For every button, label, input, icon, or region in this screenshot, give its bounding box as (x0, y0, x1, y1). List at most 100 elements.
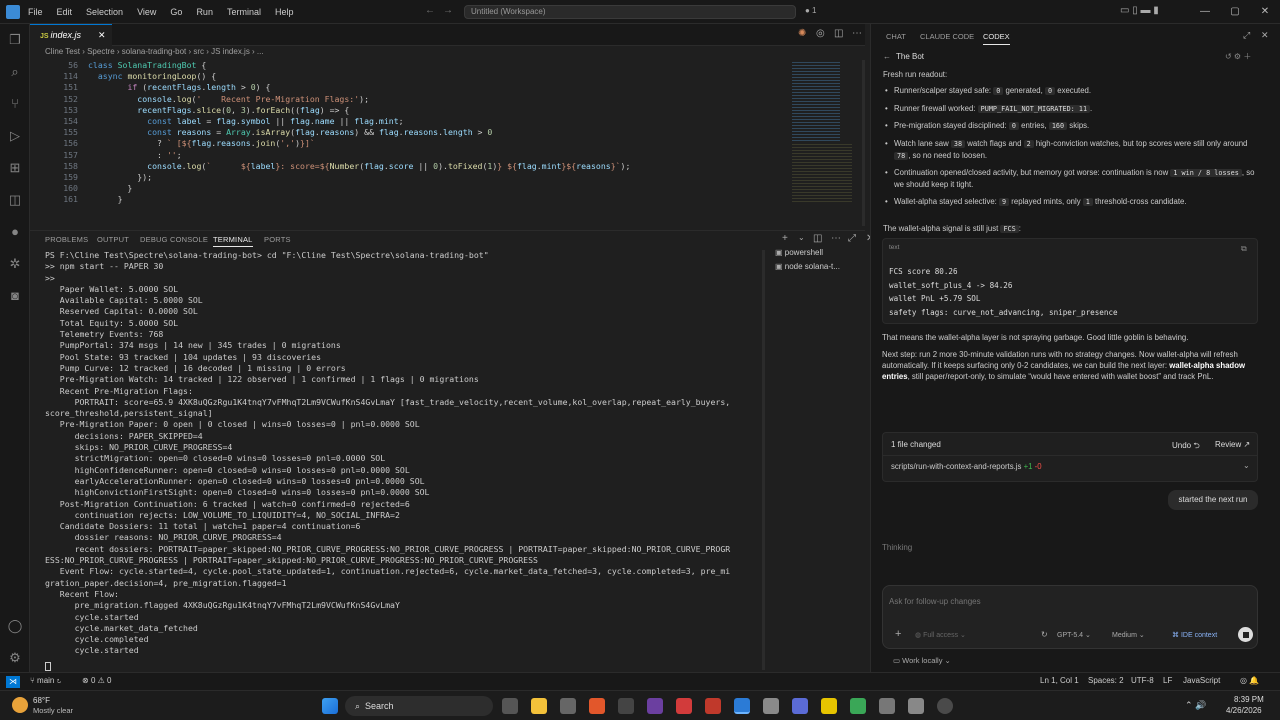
minimap[interactable] (790, 60, 860, 226)
work-mode-selector[interactable]: ▭ Work locally ⌄ (893, 656, 951, 665)
settings-gear-icon[interactable]: ⚙ (7, 650, 23, 666)
account-icon[interactable]: ◯ (7, 618, 23, 634)
menu-terminal[interactable]: Terminal (227, 7, 261, 17)
ai-extension-icon[interactable]: ✲ (7, 256, 23, 272)
close-panel-icon[interactable]: ✕ (1261, 30, 1269, 41)
forward-arrow-icon[interactable]: → (443, 5, 453, 16)
chevron-down-icon[interactable]: ⌄ (1243, 461, 1250, 470)
code-line[interactable]: 155 const reasons = Array.isArray(flag.r… (30, 127, 790, 138)
split-terminal-icon[interactable]: ◫ (813, 233, 822, 244)
taskbar-search[interactable]: ⌕ Search (345, 696, 493, 716)
review-button[interactable]: Review ↗ (1215, 440, 1250, 449)
changed-file-row[interactable]: scripts/run-with-context-and-reports.js … (891, 462, 1042, 471)
undo-button[interactable]: Undo ⮌ (1172, 440, 1200, 454)
editor-scrollbar[interactable] (862, 60, 865, 226)
opera-icon[interactable] (705, 698, 721, 714)
menu-go[interactable]: Go (170, 7, 182, 17)
code-line[interactable]: 158 console.log(` ${label}: score=${Numb… (30, 161, 790, 172)
copy-icon[interactable]: ⧉ (1241, 244, 1247, 254)
terminal-scrollbar[interactable] (762, 250, 765, 670)
terminal-dropdown-icon[interactable]: ⌄ (798, 233, 805, 242)
add-attachment-icon[interactable]: + (895, 628, 901, 640)
code-line[interactable]: 151 if (recentFlags.length > 0) { (30, 82, 790, 93)
search-icon[interactable]: ⌕ (7, 64, 23, 80)
ai-action-icon[interactable]: ✺ (798, 28, 806, 39)
app-icon[interactable] (560, 698, 576, 714)
language-mode[interactable]: JavaScript (1183, 676, 1220, 685)
model-selector[interactable]: GPT-5.4 ⌄ (1057, 631, 1091, 639)
menu-file[interactable]: File (28, 7, 43, 17)
tab-chat[interactable]: CHAT (886, 32, 906, 41)
app-icon-4[interactable] (763, 698, 779, 714)
stop-button[interactable] (1238, 627, 1253, 642)
copilot-icon[interactable]: ◎ (816, 28, 825, 39)
app-icon-3[interactable] (676, 698, 692, 714)
run-debug-icon[interactable]: ▷ (7, 128, 23, 144)
code-line[interactable]: 156 ? ` [${flag.reasons.join(',')}]` (30, 138, 790, 149)
file-explorer-icon[interactable] (531, 698, 547, 714)
github-desktop-icon[interactable] (937, 698, 953, 714)
code-line[interactable]: 160 } (30, 183, 790, 194)
code-editor[interactable]: 56 class SolanaTradingBot {114 async moni… (30, 60, 790, 226)
tab-claude-code[interactable]: CLAUDE CODE (920, 32, 974, 41)
ide-context-toggle[interactable]: ⌘ IDE context (1172, 631, 1217, 639)
app-icon-2[interactable] (618, 698, 634, 714)
weather-icon[interactable] (12, 697, 28, 713)
tab-output[interactable]: OUTPUT (97, 235, 129, 244)
indentation[interactable]: Spaces: 2 (1088, 676, 1124, 685)
cursor-position[interactable]: Ln 1, Col 1 (1040, 676, 1079, 685)
extensions-icon[interactable]: ⊞ (7, 160, 23, 176)
task-view-icon[interactable] (502, 698, 518, 714)
minimize-icon[interactable]: — (1190, 0, 1220, 24)
problems-indicator[interactable]: ⊗ 0 ⚠ 0 (82, 676, 111, 685)
visual-studio-icon[interactable] (647, 698, 663, 714)
split-editor-icon[interactable]: ◫ (834, 28, 843, 39)
notification-indicator[interactable]: ● 1 (805, 6, 817, 15)
code-line[interactable]: 56 class SolanaTradingBot { (30, 60, 790, 71)
discord-icon[interactable] (792, 698, 808, 714)
open-in-editor-icon[interactable]: ⤢ (1243, 30, 1250, 41)
brave-browser-icon[interactable] (589, 698, 605, 714)
maximize-icon[interactable]: ▢ (1220, 0, 1250, 24)
tab-problems[interactable]: PROBLEMS (45, 235, 88, 244)
close-tab-icon[interactable]: ✕ (98, 30, 106, 41)
remote-icon[interactable]: ◫ (7, 192, 23, 208)
back-arrow-icon[interactable]: ← (425, 5, 435, 16)
tab-codex[interactable]: CODEX (983, 32, 1010, 45)
vscode-taskbar-icon[interactable] (734, 698, 750, 714)
close-window-icon[interactable]: ✕ (1250, 0, 1280, 24)
effort-selector[interactable]: Medium ⌄ (1112, 631, 1145, 639)
tab-ports[interactable]: PORTS (264, 235, 291, 244)
robot-icon[interactable]: ◙ (7, 288, 23, 304)
system-tray-icons[interactable]: ⌃ 🔊 (1185, 700, 1206, 711)
copilot-status-icon[interactable]: ◎ 🔔 (1240, 676, 1259, 685)
github-icon[interactable]: ● (7, 224, 23, 240)
code-line[interactable]: 154 const label = flag.symbol || flag.na… (30, 116, 790, 127)
menu-selection[interactable]: Selection (86, 7, 123, 17)
menu-run[interactable]: Run (196, 7, 213, 17)
code-line[interactable]: 114 async monitoringLoop() { (30, 71, 790, 82)
calculator-icon[interactable] (908, 698, 924, 714)
refresh-icon[interactable]: ↻ (1041, 630, 1048, 639)
app-icon-5[interactable] (879, 698, 895, 714)
menu-help[interactable]: Help (275, 7, 294, 17)
notes-icon[interactable] (821, 698, 837, 714)
terminal-output[interactable]: PS F:\Cline Test\Spectre\solana-trading-… (30, 250, 765, 672)
command-center[interactable]: Untitled (Workspace) (464, 5, 796, 19)
history-icon[interactable]: ↺ ⚙ ＋ (1225, 51, 1251, 62)
menu-view[interactable]: View (137, 7, 156, 17)
windows-start-icon[interactable] (322, 698, 338, 714)
encoding[interactable]: UTF-8 (1131, 676, 1154, 685)
tab-index-js[interactable]: JS index.js ✕ (30, 24, 112, 46)
tab-terminal[interactable]: TERMINAL (213, 235, 253, 247)
source-control-icon[interactable]: ⑂ (7, 96, 23, 112)
terminal-session-powershell[interactable]: ▣ powershell (775, 248, 865, 262)
code-line[interactable]: 157 : ''; (30, 150, 790, 161)
branch-indicator[interactable]: ⑂ main ↻ (30, 676, 61, 685)
back-icon[interactable]: ← (883, 52, 891, 61)
chrome-icon[interactable] (850, 698, 866, 714)
line-ending[interactable]: LF (1163, 676, 1172, 685)
breadcrumb[interactable]: Cline Test › Spectre › solana-trading-bo… (45, 47, 264, 56)
maximize-panel-icon[interactable]: ⤢ (848, 233, 856, 244)
access-selector[interactable]: ◍ Full access ⌄ (915, 631, 966, 639)
